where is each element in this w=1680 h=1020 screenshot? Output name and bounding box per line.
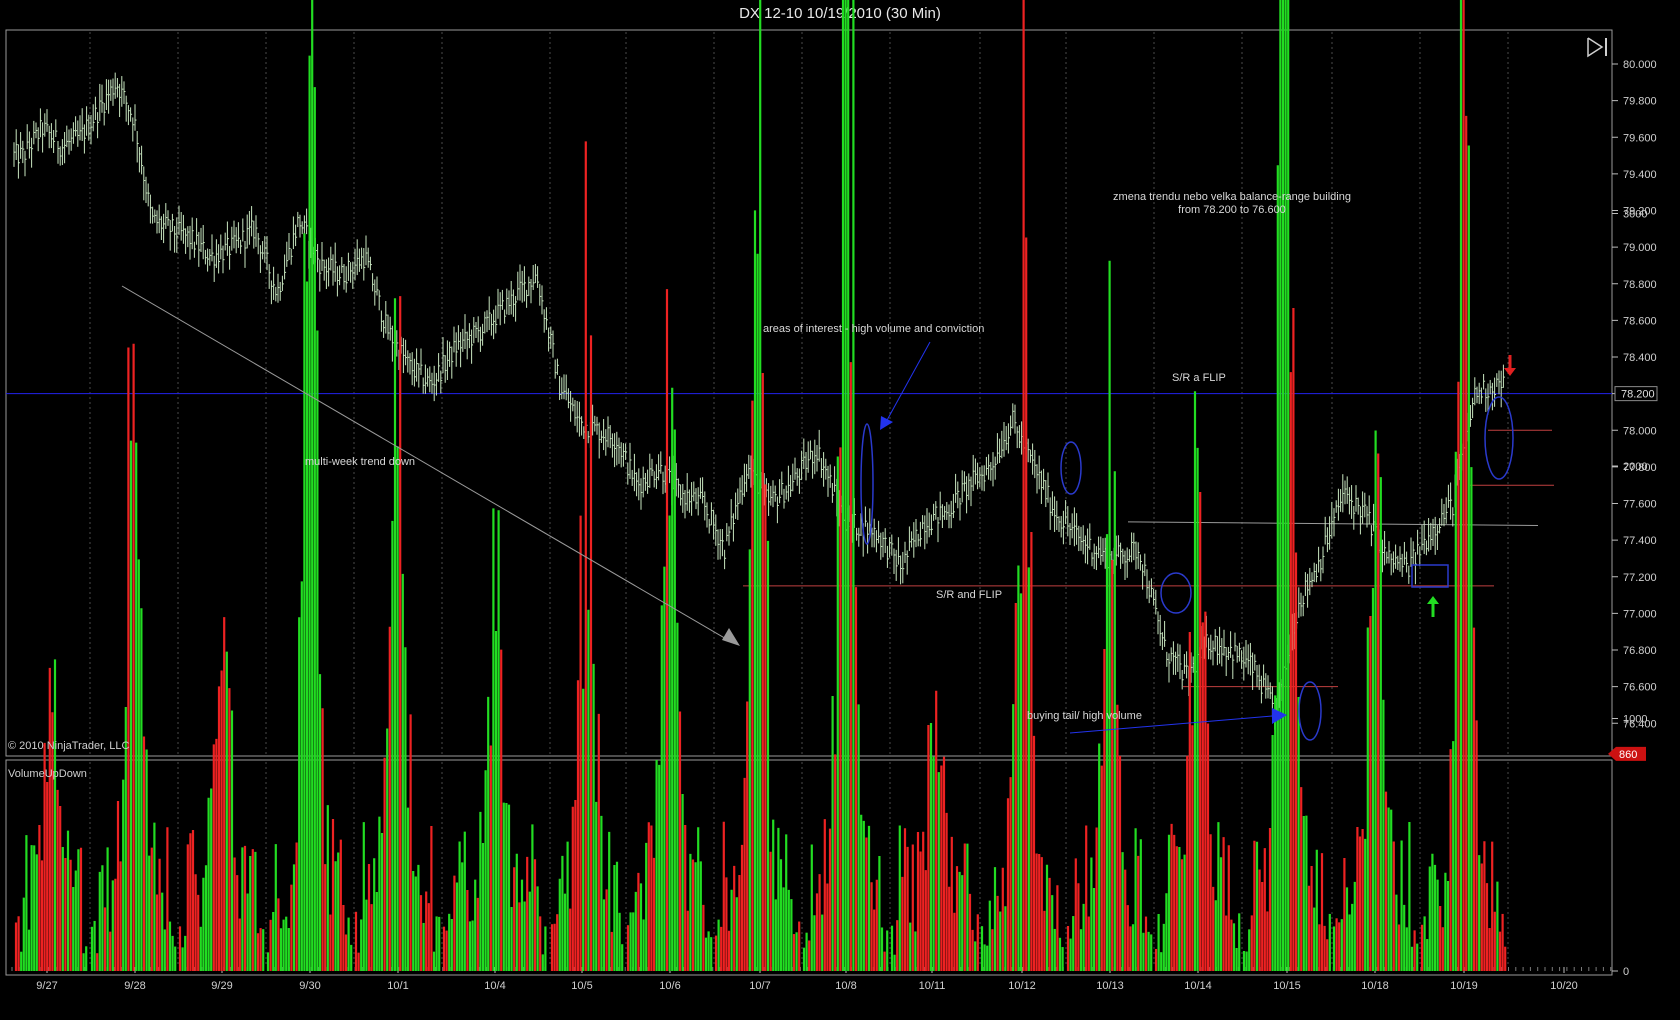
date-tick-label: 10/5 (571, 980, 592, 992)
green-up-arrow-head (1427, 596, 1439, 604)
annotation-flip-top: S/R a FLIP (1172, 372, 1226, 384)
price-tick-label: 78.600 (1623, 315, 1657, 327)
price-tick-label: 79.600 (1623, 132, 1657, 144)
interest-ellipse (1060, 441, 1082, 495)
copyright-text: © 2010 NinjaTrader, LLC (8, 740, 130, 752)
volume-tick-label: 2000 (1623, 461, 1647, 473)
volume-tick-label: 0 (1623, 966, 1629, 978)
skip-to-end-button[interactable] (1585, 36, 1611, 58)
range-level-line (1127, 521, 1539, 526)
interest-ellipse (1484, 396, 1514, 480)
date-tick-label: 10/6 (659, 980, 680, 992)
volume-badge-text: 860 (1619, 749, 1637, 761)
skip-to-end-icon (1587, 37, 1607, 58)
price-tick-label: 77.200 (1623, 572, 1657, 584)
date-tick-label: 10/20 (1550, 980, 1578, 992)
interest-arrow-line (885, 341, 931, 423)
volume-tick-label: 1000 (1623, 714, 1647, 726)
price-tick-label: 76.600 (1623, 682, 1657, 694)
price-tick-label: 79.800 (1623, 96, 1657, 108)
date-tick-label: 10/12 (1008, 980, 1036, 992)
annotation-interest: areas of interest - high volume and conv… (763, 323, 985, 335)
interest-ellipse (1298, 681, 1322, 741)
date-tick-label: 10/11 (919, 980, 946, 992)
price-tick-label: 80.000 (1623, 59, 1657, 71)
date-tick-label: 9/27 (36, 980, 57, 992)
date-tick-label: 10/15 (1273, 980, 1301, 992)
trend-arrow-line (121, 285, 729, 641)
price-tick-label: 78.000 (1623, 425, 1657, 437)
chart-area: 80.00079.80079.60079.40079.20079.00078.8… (5, 0, 1658, 992)
price-tick-label: 76.800 (1623, 645, 1657, 657)
date-tick-label: 10/8 (835, 980, 856, 992)
date-tick-label: 10/19 (1450, 980, 1478, 992)
date-tick-label: 10/18 (1361, 980, 1389, 992)
date-tick-label: 10/7 (749, 980, 770, 992)
trend-arrow-head (722, 628, 740, 646)
price-tick-label: 79.400 (1623, 169, 1657, 181)
price-tick-label: 79.000 (1623, 242, 1657, 254)
annotation-flip-mid: S/R and FLIP (936, 589, 1003, 601)
date-tick-label: 10/1 (387, 980, 408, 992)
price-tick-label: 78.800 (1623, 279, 1657, 291)
red-down-arrow-head (1504, 368, 1516, 376)
interest-arrow-head (880, 416, 893, 430)
date-tick-label: 9/29 (211, 980, 232, 992)
price-tick-label: 77.600 (1623, 499, 1657, 511)
annotation-balance-line1: zmena trendu nebo velka balance-range bu… (1113, 191, 1351, 203)
price-badge-text: 78.200 (1621, 389, 1655, 401)
date-tick-label: 10/13 (1096, 980, 1124, 992)
date-tick-label: 10/4 (484, 980, 505, 992)
annotation-tail: buying tail/ high volume (1027, 710, 1142, 722)
annotation-balance-line2: from 78.200 to 76.600 (1178, 204, 1286, 216)
annotation-trend: multi-week trend down (305, 456, 416, 468)
interest-ellipse (860, 423, 874, 545)
volume-tick-label: 3000 (1623, 209, 1647, 221)
date-tick-label: 9/28 (124, 980, 145, 992)
price-tick-label: 77.000 (1623, 608, 1657, 620)
date-tick-label: 9/30 (299, 980, 320, 992)
interest-ellipse (1160, 572, 1192, 614)
volume-bars (14, 0, 1507, 971)
interest-box (1411, 564, 1449, 588)
price-tick-label: 77.400 (1623, 535, 1657, 547)
volume-panel-label: VolumeUpDown (8, 768, 87, 780)
price-tick-label: 78.400 (1623, 352, 1657, 364)
date-tick-label: 10/14 (1184, 980, 1212, 992)
